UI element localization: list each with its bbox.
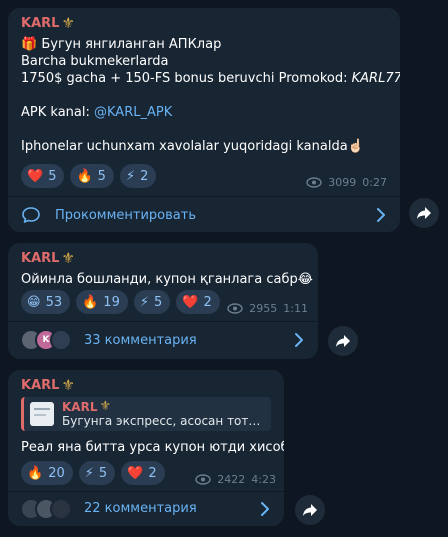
comment-label: 22 комментария: [84, 501, 197, 516]
reply-author-name: KARL: [62, 399, 98, 414]
reaction-fire[interactable]: 🔥 19: [76, 290, 128, 314]
reactions-bar: 🔥 20 ⚡ 5 ❤️ 2: [21, 461, 165, 485]
reaction-fire[interactable]: 🔥 5: [70, 164, 114, 188]
channel-post-3: KARL ⚜ KARL ⚜ Бугунга экспресс, асосан т…: [8, 370, 284, 526]
promo-code: KARL77: [351, 71, 400, 86]
post-author[interactable]: KARL ⚜: [21, 249, 75, 267]
views-eye-icon: [227, 303, 243, 314]
avatar: [50, 497, 72, 520]
share-arrow-icon: [303, 504, 317, 516]
chevron-right-icon: [261, 502, 269, 516]
views-eye-icon: [306, 177, 322, 188]
views-eye-icon: [195, 474, 211, 485]
lightning-icon: ⚡: [139, 294, 149, 310]
post-line: Реал яна битта урса купон ютди хисоб: [21, 440, 284, 455]
reaction-fire[interactable]: 🔥 20: [21, 461, 73, 485]
reaction-count: 2: [148, 465, 157, 481]
chevron-right-icon: [295, 333, 303, 347]
channel-post-2: KARL ⚜ Ойинла бошланди, купон қганлага с…: [8, 243, 318, 359]
comment-label: Прокомментировать: [55, 207, 196, 223]
reaction-count: 2: [140, 168, 149, 184]
commenter-avatars: [20, 497, 72, 520]
heart-icon: ❤️: [27, 168, 44, 184]
post-text: Реал яна битта урса купон ютди хисоб: [21, 439, 284, 456]
reactions-bar: ❤️ 5 🔥 5 ⚡ 2: [21, 164, 157, 188]
commenter-avatars: K: [20, 329, 72, 351]
post-meta: 2955 1:11: [227, 302, 308, 315]
avatar: [50, 329, 72, 351]
post-meta: 2422 4:23: [195, 473, 276, 486]
post-line: Ойинла бошланди, купон қганлага сабр: [21, 272, 298, 287]
reaction-count: 5: [97, 168, 106, 184]
author-name[interactable]: KARL: [21, 16, 59, 31]
comments-button[interactable]: 22 комментария: [8, 491, 284, 526]
post-author[interactable]: KARL ⚜: [21, 14, 75, 32]
reply-thumbnail: [30, 402, 54, 426]
share-arrow-icon: [417, 207, 431, 219]
views-count: 2422: [217, 473, 246, 486]
channel-post-1: KARL ⚜ 🎁 Бугун янгиланган АПКлар Barcha …: [8, 8, 400, 232]
post-line: Barcha bukmekerlarda: [21, 54, 169, 69]
post-line: APK kanal:: [21, 105, 94, 120]
views-count: 3099: [328, 176, 357, 189]
reaction-count: 5: [48, 168, 57, 184]
laughing-emoji: 😂: [297, 272, 313, 287]
share-button[interactable]: [328, 326, 358, 356]
fleur-de-lis-icon: ⚜: [61, 376, 75, 394]
reply-author: KARL ⚜: [62, 400, 262, 414]
reaction-count: 5: [98, 465, 108, 481]
comment-label: 33 комментария: [84, 332, 197, 348]
grin-icon: 😁: [27, 294, 41, 310]
reaction-grin[interactable]: 😁 53: [21, 290, 71, 314]
gift-emoji: 🎁: [21, 37, 38, 52]
comments-button[interactable]: K 33 комментария: [8, 321, 318, 359]
reaction-heart[interactable]: ❤️ 2: [121, 461, 165, 485]
reaction-lightning[interactable]: ⚡ 5: [133, 290, 171, 314]
apk-channel-link[interactable]: @KARL_APK: [94, 105, 172, 120]
post-author[interactable]: KARL ⚜: [21, 376, 75, 394]
share-button[interactable]: [409, 198, 439, 228]
heart-icon: ❤️: [127, 465, 144, 481]
post-time: 0:27: [362, 176, 387, 189]
reply-quote[interactable]: KARL ⚜ Бугунга экспресс, асосан тота...: [21, 397, 271, 431]
reaction-lightning[interactable]: ⚡ 5: [78, 461, 116, 485]
post-time: 1:11: [283, 302, 308, 315]
reaction-lightning[interactable]: ⚡ 2: [119, 164, 157, 188]
reaction-count: 5: [153, 294, 163, 310]
author-name[interactable]: KARL: [21, 251, 59, 266]
fire-icon: 🔥: [82, 294, 99, 310]
reaction-count: 2: [203, 294, 212, 310]
reply-text: Бугунга экспресс, асосан тота...: [62, 413, 262, 428]
post-text: 🎁 Бугун янгиланган АПКлар Barcha bukmeke…: [21, 36, 400, 155]
lightning-icon: ⚡: [84, 465, 94, 481]
fleur-de-lis-icon: ⚜: [99, 399, 112, 414]
reaction-heart[interactable]: ❤️ 5: [21, 164, 65, 188]
fleur-de-lis-icon: ⚜: [61, 14, 75, 32]
reaction-count: 20: [48, 465, 65, 481]
reaction-heart[interactable]: ❤️ 2: [176, 290, 220, 314]
post-line: 1750$ gacha + 150-FS bonus beruvchi Prom…: [21, 71, 352, 86]
avatar-initial: K: [42, 335, 50, 345]
fleur-de-lis-icon: ⚜: [61, 249, 75, 267]
reaction-count: 53: [45, 294, 63, 310]
fire-icon: 🔥: [76, 168, 93, 184]
post-line: Бугун янгиланган АПКлар: [41, 37, 222, 52]
post-time: 4:23: [251, 473, 276, 486]
post-text: Ойинла бошланди, купон қганлага сабр😂: [21, 271, 313, 288]
post-line: Iphonelar uchunxam xavolalar yuqoridagi …: [21, 139, 348, 154]
reactions-bar: 😁 53 🔥 19 ⚡ 5 ❤️ 2: [21, 290, 220, 314]
post-meta: 3099 0:27: [306, 176, 387, 189]
comment-button[interactable]: Прокомментировать: [8, 196, 400, 232]
views-count: 2955: [249, 302, 278, 315]
reaction-count: 19: [103, 294, 120, 310]
share-arrow-icon: [336, 335, 350, 347]
lightning-icon: ⚡: [125, 168, 136, 184]
fire-icon: 🔥: [27, 465, 44, 481]
comment-bubble-icon: [22, 207, 40, 223]
author-name[interactable]: KARL: [21, 378, 59, 393]
chevron-right-icon: [377, 208, 385, 222]
pointing-up-emoji: ☝🏻: [347, 139, 364, 154]
share-button[interactable]: [295, 495, 325, 525]
heart-icon: ❤️: [182, 294, 199, 310]
